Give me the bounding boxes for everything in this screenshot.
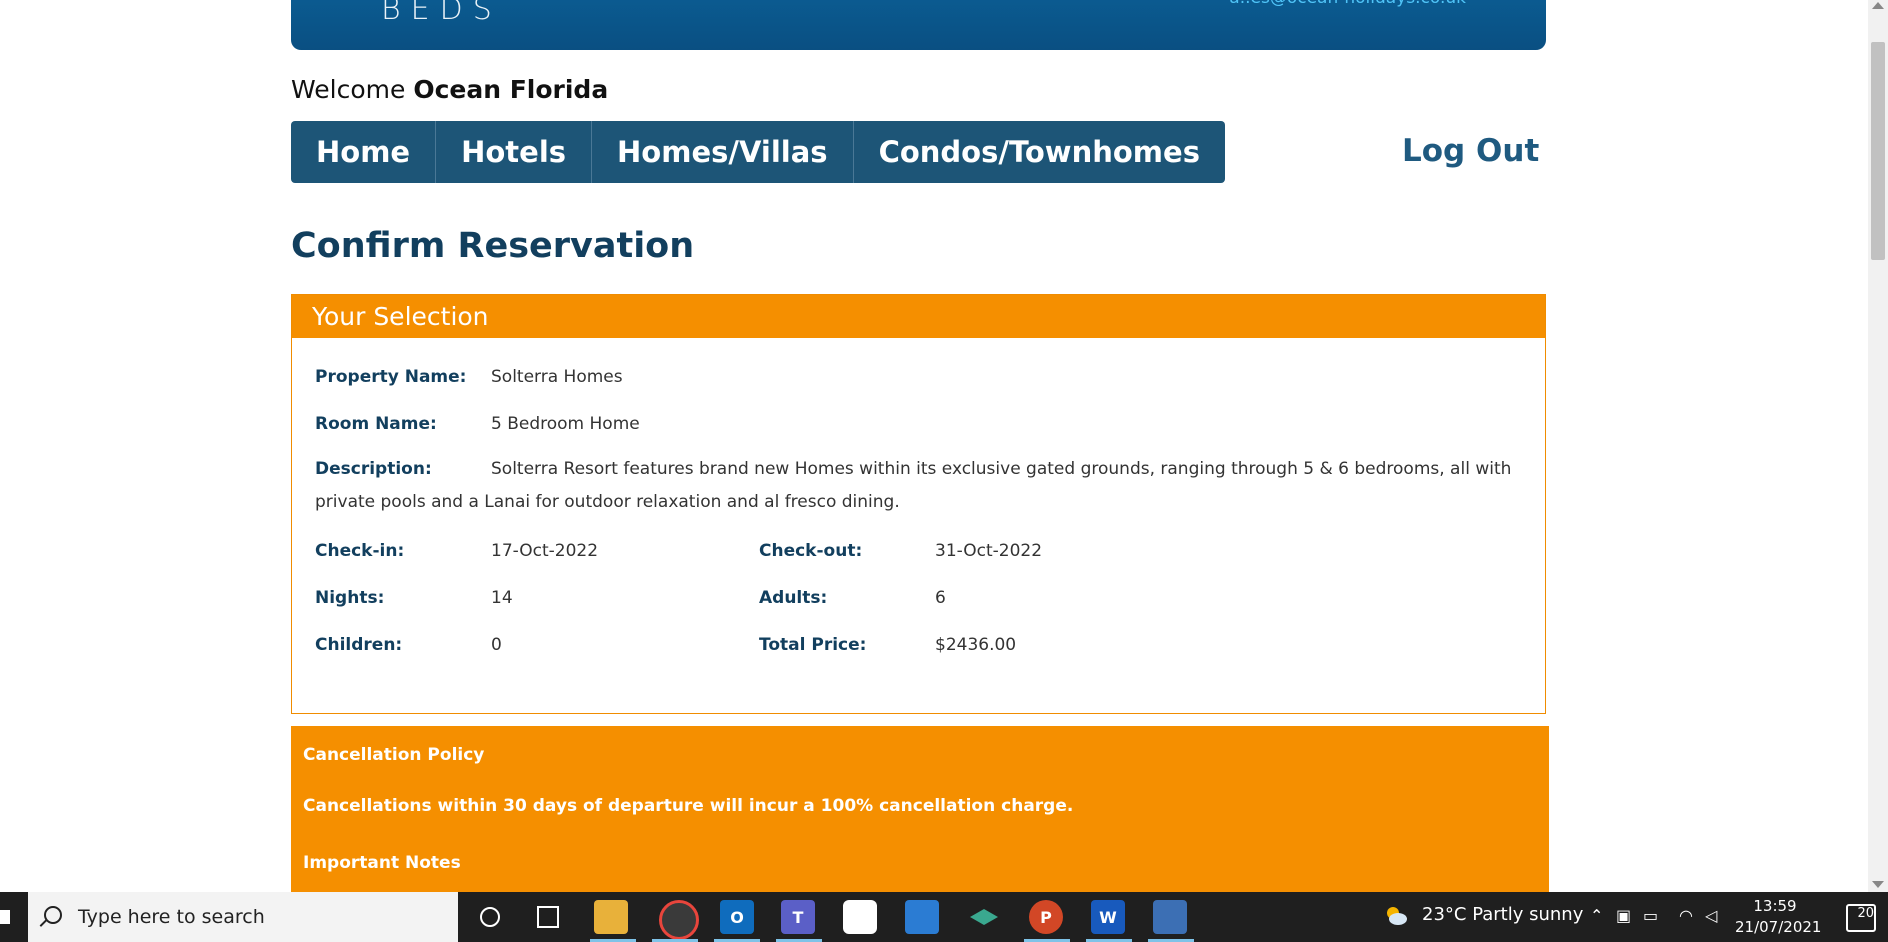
browser-page: BEDS a..es@ocean-holidays.co.uk Welcome … [0,0,1868,892]
site-header-banner: BEDS a..es@ocean-holidays.co.uk [291,0,1546,50]
taskbar-search-box[interactable]: Type here to search [28,892,458,942]
windows-logo-icon [0,910,10,924]
checkin-value: 17-Oct-2022 [491,541,599,561]
selection-panel: Your Selection Property Name: Solterra H… [291,294,1546,714]
welcome-user-name: Ocean Florida [413,75,609,104]
main-navigation: Home Hotels Homes/Villas Condos/Townhome… [291,121,1225,183]
total-price-label: Total Price: [759,635,867,655]
clock-time: 13:59 [1753,897,1797,915]
search-icon [44,906,62,924]
contact-email[interactable]: a..es@ocean-holidays.co.uk [1229,0,1466,8]
layers-app-icon[interactable] [967,900,1001,934]
clock-date: 21/07/2021 [1735,918,1822,936]
cancellation-panel: Cancellation Policy Cancellations within… [291,726,1549,892]
description-label: Description: [315,459,432,479]
scroll-up-arrow-icon[interactable] [1872,2,1884,9]
adults-value: 6 [935,588,946,608]
wifi-icon[interactable]: ◠ [1679,906,1693,925]
site-logo[interactable]: BEDS [381,0,502,27]
nights-value: 14 [491,588,513,608]
welcome-prefix: Welcome [291,75,406,104]
scroll-thumb[interactable] [1871,42,1885,260]
battery-icon[interactable]: ▭ [1643,906,1658,925]
word-icon[interactable]: W [1091,900,1125,934]
nights-label: Nights: [315,588,385,608]
selection-header: Your Selection [292,295,1545,338]
room-name-value: 5 Bedroom Home [491,414,640,434]
important-notes-title: Important Notes [303,853,461,873]
checkin-label: Check-in: [315,541,405,561]
checkout-value: 31-Oct-2022 [935,541,1043,561]
notification-center-icon[interactable]: 20 [1846,904,1876,932]
welcome-message: Welcome Ocean Florida [291,75,608,104]
cortana-icon[interactable] [480,907,500,927]
property-name-label: Property Name: [315,367,467,387]
nav-home[interactable]: Home [291,121,437,183]
file-explorer-icon[interactable] [594,900,628,934]
remote-app-icon[interactable] [905,900,939,934]
property-name-value: Solterra Homes [491,367,623,387]
notification-count: 20 [1857,906,1874,921]
nav-condos-townhomes[interactable]: Condos/Townhomes [854,121,1225,183]
chrome-icon[interactable] [659,900,699,940]
room-name-label: Room Name: [315,414,437,434]
children-label: Children: [315,635,403,655]
description-value: Solterra Resort features brand new Homes… [315,459,1512,512]
photos-app-icon[interactable] [843,900,877,934]
task-view-icon[interactable] [537,906,559,928]
logout-link[interactable]: Log Out [1402,133,1539,169]
network-tool-icon[interactable] [1153,900,1187,934]
cancellation-text: Cancellations within 30 days of departur… [303,796,1074,816]
start-button[interactable] [0,892,22,942]
page-title: Confirm Reservation [291,226,695,266]
volume-icon[interactable]: ◁ [1705,906,1717,925]
weather-text[interactable]: 23°C Partly sunny [1422,904,1583,925]
search-placeholder: Type here to search [78,906,265,928]
total-price-value: $2436.00 [935,635,1017,655]
show-hidden-icons-chevron-icon[interactable]: ⌃ [1590,906,1603,925]
checkout-label: Check-out: [759,541,863,561]
partly-sunny-icon [1387,907,1407,925]
description-block: Description: Solterra Resort features bra… [315,453,1520,519]
nav-homes-villas[interactable]: Homes/Villas [592,121,854,183]
outlook-icon[interactable]: O [720,900,754,934]
nav-hotels[interactable]: Hotels [436,121,593,183]
vertical-scrollbar[interactable] [1868,0,1888,892]
scroll-down-arrow-icon[interactable] [1872,881,1884,888]
cancellation-title: Cancellation Policy [303,745,485,765]
teams-icon[interactable]: T [781,900,815,934]
adults-label: Adults: [759,588,828,608]
windows-taskbar: Type here to search O T P W 23°C Partly … [0,892,1888,942]
taskbar-clock[interactable]: 13:59 21/07/2021 [1735,896,1822,938]
powerpoint-icon[interactable]: P [1029,900,1063,934]
children-value: 0 [491,635,502,655]
meet-now-icon[interactable]: ▣ [1616,906,1631,925]
